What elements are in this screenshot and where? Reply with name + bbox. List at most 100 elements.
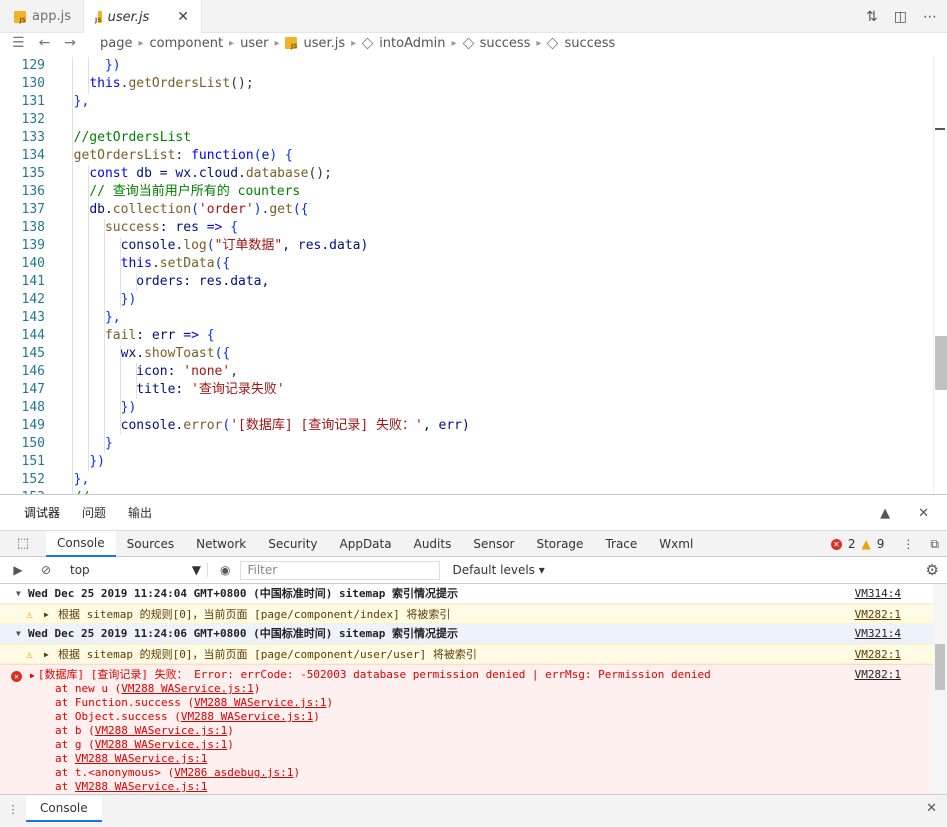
breadcrumb-item[interactable]: intoAdmin ▸ [361,36,462,51]
tab-network[interactable]: Network [185,531,257,557]
tab-security[interactable]: Security [257,531,328,557]
console-warning-row[interactable]: ⚠ ▶ 根据 sitemap 的规则[0]，当前页面 [page/compone… [0,644,947,664]
more-actions-icon[interactable]: ⋯ [923,9,937,25]
tab-trace[interactable]: Trace [594,531,648,557]
console-warning-row[interactable]: ⚠ ▶ 根据 sitemap 的规则[0]，当前页面 [page/compone… [0,604,947,624]
tab-sensor[interactable]: Sensor [462,531,525,557]
editor-scrollbar[interactable] [933,56,947,494]
source-link[interactable]: VM321:4 [855,624,901,644]
console-toolbar: ▶ ⊘ top ▼ ◉ Filter Default levels ▾ ⚙ [0,557,947,584]
console-scrollbar[interactable] [933,584,947,794]
context-select[interactable]: top ▼ [70,563,208,577]
drawer-tab-console[interactable]: Console [26,796,102,822]
stack-frame: at VM288 WAService.js:1 [55,752,208,765]
stack-link[interactable]: VM288 WAService.js:1 [95,724,227,737]
line-number: 148 [21,400,45,415]
line-number: 147 [21,382,45,397]
back-arrow-icon[interactable]: ← [39,35,51,51]
stack-link[interactable]: VM288 WAService.js:1 [194,696,326,709]
devtools-tabs: ⬚ Console Sources Network Security AppDa… [0,530,947,557]
issue-counts[interactable]: ✕ 2 ▲ 9 ⋮ ⧉ [830,531,939,557]
compare-changes-icon[interactable]: ⇅ [866,9,878,25]
scrollbar-thumb[interactable] [935,644,945,690]
tab-wxml[interactable]: Wxml [648,531,704,557]
stack-link[interactable]: VM286 asdebug.js:1 [174,766,293,779]
tab-user-js[interactable]: user.js ✕ [84,0,202,34]
drawer-menu-icon[interactable]: ⋮ [0,795,26,816]
breadcrumb-item[interactable]: user ▸ [240,36,285,51]
log-levels-select[interactable]: Default levels ▾ [452,563,544,577]
close-drawer-icon[interactable]: ✕ [926,801,937,816]
line-number: 129 [21,58,45,73]
scrollbar-thumb[interactable] [935,336,947,390]
inspect-element-icon[interactable]: ⬚ [0,536,46,551]
breadcrumb-item[interactable]: user.js▸ [285,36,362,51]
stack-frame: at b (VM288 WAService.js:1) [55,724,234,737]
filter-placeholder: Filter [247,563,278,577]
console-error-entry[interactable]: ✕ ▶ [数据库] [查询记录] 失败： Error: errCode: -502… [0,664,947,794]
stack-frame: at Object.success (VM288 WAService.js:1) [55,710,320,723]
close-tab-icon[interactable]: ✕ [177,9,189,25]
outline-list-icon[interactable]: ☰ [12,35,25,51]
console-group-header[interactable]: ▼ Wed Dec 25 2019 11:24:04 GMT+0800 (中国标… [0,584,947,604]
tab-label: app.js [32,9,71,24]
expand-triangle-icon[interactable]: ▶ [30,671,35,680]
maximize-panel-icon[interactable]: ▲ [880,506,890,521]
method-cube-icon [361,37,374,49]
stack-link[interactable]: VM288 WAService.js:1 [121,682,253,695]
line-number: 130 [21,76,45,91]
tab-problems[interactable]: 问题 [82,504,106,521]
chevron-right-icon: ▸ [451,37,457,49]
tab-audits[interactable]: Audits [403,531,463,557]
expand-triangle-icon[interactable]: ▶ [44,645,49,665]
source-link[interactable]: VM282:1 [855,645,901,665]
split-editor-icon[interactable]: ◫ [894,9,907,25]
show-sidebar-icon[interactable]: ▶ [8,563,28,577]
forward-arrow-icon[interactable]: → [64,35,76,51]
console-group-header[interactable]: ▼ Wed Dec 25 2019 11:24:06 GMT+0800 (中国标… [0,624,947,644]
stack-link[interactable]: VM288 WAService.js:1 [75,780,207,793]
live-expression-eye-icon[interactable]: ◉ [220,563,230,577]
debug-panel-tabs: 调试器 问题 输出 ▲ ✕ [0,495,947,531]
clear-console-icon[interactable]: ⊘ [36,563,56,577]
undock-icon[interactable]: ⧉ [930,537,939,552]
scroll-position-marker [935,128,945,130]
breadcrumb-item[interactable]: page ▸ [100,36,150,51]
collapse-triangle-icon[interactable]: ▼ [16,584,21,604]
line-number: 142 [21,292,45,307]
dropdown-arrow-icon: ▼ [191,563,201,577]
collapse-triangle-icon[interactable]: ▼ [16,624,21,644]
code-editor[interactable]: 129 130 131 132 133 134 135 136 137 138 … [0,56,947,494]
code-lines: }) this.getOrdersList(); }, //getOrdersL… [58,56,931,494]
editor-tab-bar: app.js user.js ✕ ⇅ ◫ ⋯ [0,0,947,34]
tab-storage[interactable]: Storage [525,531,594,557]
tab-app-js[interactable]: app.js [0,0,84,33]
line-number: 149 [21,418,45,433]
source-link[interactable]: VM282:1 [855,668,901,681]
tab-debugger[interactable]: 调试器 [24,504,60,521]
source-link[interactable]: VM282:1 [855,605,901,625]
expand-triangle-icon[interactable]: ▶ [44,605,49,625]
stack-link[interactable]: VM288 WAService.js:1 [75,752,207,765]
chevron-right-icon: ▸ [351,37,357,49]
breadcrumb-item[interactable]: success ▸ [462,36,548,51]
stack-link[interactable]: VM288 WAService.js:1 [95,738,227,751]
console-settings-gear-icon[interactable]: ⚙ [926,561,939,579]
stack-frame: at new u (VM288 WAService.js:1) [55,682,261,695]
filter-input[interactable]: Filter [240,560,441,580]
close-panel-icon[interactable]: ✕ [918,506,929,521]
tab-appdata[interactable]: AppData [329,531,403,557]
stack-link[interactable]: VM288 WAService.js:1 [181,710,313,723]
code-line: // 查询当前用户所有的 counters [58,183,931,201]
breadcrumb-item[interactable]: component ▸ [150,36,241,51]
tab-output[interactable]: 输出 [128,504,152,521]
breadcrumb-item[interactable]: success [547,36,615,51]
chevron-right-icon: ▸ [229,37,235,49]
more-options-icon[interactable]: ⋮ [902,537,914,551]
javascript-file-icon [14,10,26,24]
source-link[interactable]: VM314:4 [855,584,901,604]
javascript-file-icon [285,37,298,50]
code-line [58,111,931,129]
tab-console[interactable]: Console [46,530,116,557]
tab-sources[interactable]: Sources [116,531,185,557]
